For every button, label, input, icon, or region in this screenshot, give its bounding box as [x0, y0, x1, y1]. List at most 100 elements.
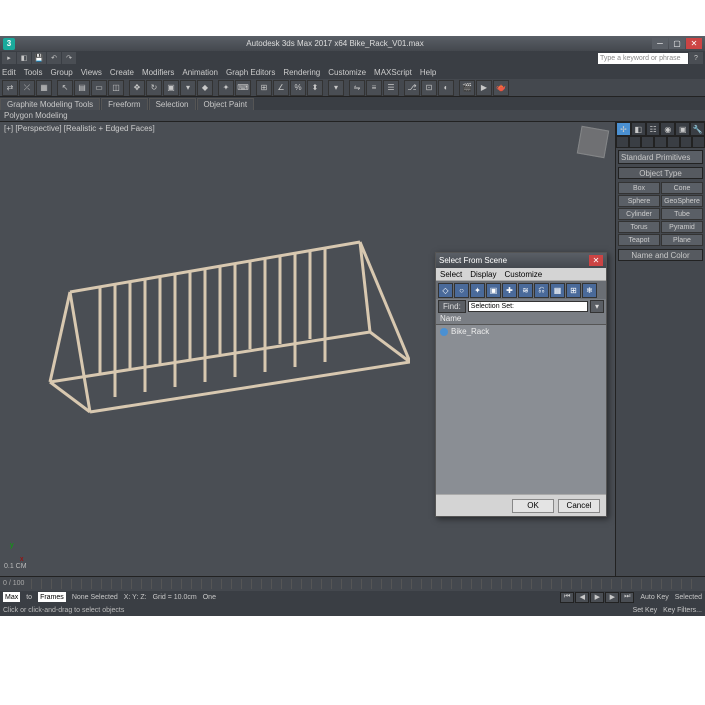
cat-geometry-icon[interactable] [616, 136, 629, 148]
render-icon[interactable]: 🫖 [493, 80, 509, 96]
window-crossing-icon[interactable]: ◫ [108, 80, 124, 96]
filter-expand-icon[interactable]: ▾ [590, 300, 604, 313]
btn-box[interactable]: Box [618, 182, 660, 194]
filter-cameras-icon[interactable]: ▣ [486, 283, 501, 298]
menu-grapheditors[interactable]: Graph Editors [226, 68, 275, 77]
selected-filter[interactable]: Selected [675, 594, 702, 601]
btn-plane[interactable]: Plane [661, 234, 703, 246]
next-frame-icon[interactable]: ▶ [605, 592, 619, 603]
rollout-name-color[interactable]: Name and Color [618, 249, 703, 261]
tab-objectpaint[interactable]: Object Paint [197, 98, 255, 110]
menu-views[interactable]: Views [81, 68, 102, 77]
minimize-button[interactable]: ─ [652, 38, 668, 49]
scale-icon[interactable]: ▣ [163, 80, 179, 96]
dialog-menu-display[interactable]: Display [470, 270, 496, 279]
cat-space-icon[interactable] [680, 136, 693, 148]
menu-modifiers[interactable]: Modifiers [142, 68, 174, 77]
btn-tube[interactable]: Tube [661, 208, 703, 220]
material-editor-icon[interactable]: ◐ [438, 80, 454, 96]
spinner-snap-icon[interactable]: ⬍ [307, 80, 323, 96]
snap-icon[interactable]: ⊞ [256, 80, 272, 96]
filter-geometry-icon[interactable]: ◇ [438, 283, 453, 298]
btn-pyramid[interactable]: Pyramid [661, 221, 703, 233]
refcoord-icon[interactable]: ▾ [180, 80, 196, 96]
filter-space-icon[interactable]: ≋ [518, 283, 533, 298]
menu-edit[interactable]: Edit [2, 68, 16, 77]
goto-end-icon[interactable]: ⏭ [620, 592, 634, 603]
menu-rendering[interactable]: Rendering [283, 68, 320, 77]
selection-set-dropdown[interactable]: Selection Set: [468, 301, 588, 312]
tab-hierarchy-icon[interactable]: ☷ [646, 122, 661, 136]
bind-icon[interactable]: ▦ [36, 80, 52, 96]
render-setup-icon[interactable]: 🎬 [459, 80, 475, 96]
qat-new-icon[interactable]: ▸ [2, 52, 16, 64]
scene-object-list[interactable]: Bike_Rack [436, 325, 606, 494]
viewcube[interactable] [577, 126, 609, 158]
btn-teapot[interactable]: Teapot [618, 234, 660, 246]
render-frame-icon[interactable]: ▶ [476, 80, 492, 96]
play-icon[interactable]: ▶ [590, 592, 604, 603]
named-sel-icon[interactable]: ▾ [328, 80, 344, 96]
manip-icon[interactable]: ✦ [218, 80, 234, 96]
cat-cameras-icon[interactable] [654, 136, 667, 148]
percent-snap-icon[interactable]: % [290, 80, 306, 96]
menu-maxscript[interactable]: MAXScript [374, 68, 412, 77]
menu-tools[interactable]: Tools [24, 68, 43, 77]
scene-object-bike-rack[interactable] [30, 222, 410, 422]
btn-cylinder[interactable]: Cylinder [618, 208, 660, 220]
schematic-icon[interactable]: ⊡ [421, 80, 437, 96]
filter-xref-icon[interactable]: ⊞ [566, 283, 581, 298]
filter-frozen-icon[interactable]: ❄ [582, 283, 597, 298]
filter-groups-icon[interactable]: ▦ [550, 283, 565, 298]
select-name-icon[interactable]: ▤ [74, 80, 90, 96]
rect-select-icon[interactable]: ▭ [91, 80, 107, 96]
angle-snap-icon[interactable]: ∠ [273, 80, 289, 96]
mirror-icon[interactable]: ⇋ [349, 80, 365, 96]
ok-button[interactable]: OK [512, 499, 554, 513]
rollout-object-type[interactable]: Object Type [618, 167, 703, 179]
close-button[interactable]: ✕ [686, 38, 702, 49]
cancel-button[interactable]: Cancel [558, 499, 600, 513]
cursor-icon[interactable]: ↖ [57, 80, 73, 96]
time-slider[interactable]: 0 / 100 [0, 577, 705, 591]
keymode-icon[interactable]: ⌨ [235, 80, 251, 96]
help-search-input[interactable]: Type a keyword or phrase [598, 53, 688, 64]
track-ruler[interactable] [31, 579, 701, 589]
cat-systems-icon[interactable] [692, 136, 705, 148]
list-header-name[interactable]: Name [436, 313, 606, 325]
menu-create[interactable]: Create [110, 68, 134, 77]
help-icon[interactable]: ? [689, 52, 703, 64]
prev-frame-icon[interactable]: ◀ [575, 592, 589, 603]
menu-animation[interactable]: Animation [182, 68, 218, 77]
btn-sphere[interactable]: Sphere [618, 195, 660, 207]
qat-undo-icon[interactable]: ↶ [47, 52, 61, 64]
dialog-menu-customize[interactable]: Customize [504, 270, 542, 279]
btn-torus[interactable]: Torus [618, 221, 660, 233]
tab-graphite[interactable]: Graphite Modeling Tools [0, 98, 100, 110]
keyfilters-button[interactable]: Key Filters... [663, 607, 702, 614]
filter-shapes-icon[interactable]: ○ [454, 283, 469, 298]
align-icon[interactable]: ≡ [366, 80, 382, 96]
maximize-button[interactable]: ▢ [669, 38, 685, 49]
btn-cone[interactable]: Cone [661, 182, 703, 194]
dialog-menu-select[interactable]: Select [440, 270, 462, 279]
tab-display-icon[interactable]: ▣ [675, 122, 690, 136]
dialog-titlebar[interactable]: Select From Scene ✕ [436, 253, 606, 268]
primitives-dropdown[interactable]: Standard Primitives [618, 150, 703, 164]
tab-freeform[interactable]: Freeform [101, 98, 147, 110]
tab-create-icon[interactable]: ✢ [616, 122, 631, 136]
rotate-icon[interactable]: ↻ [146, 80, 162, 96]
setkey-button[interactable]: Set Key [633, 607, 658, 614]
move-icon[interactable]: ✥ [129, 80, 145, 96]
filter-bone-icon[interactable]: ⎌ [534, 283, 549, 298]
tab-motion-icon[interactable]: ◉ [660, 122, 675, 136]
curve-editor-icon[interactable]: ⎇ [404, 80, 420, 96]
ribbon-mode-label[interactable]: Polygon Modeling [0, 110, 705, 122]
list-item[interactable]: Bike_Rack [436, 325, 606, 338]
cat-shapes-icon[interactable] [629, 136, 642, 148]
dialog-close-button[interactable]: ✕ [589, 255, 603, 266]
qat-redo-icon[interactable]: ↷ [62, 52, 76, 64]
menu-customize[interactable]: Customize [328, 68, 366, 77]
filter-lights-icon[interactable]: ✦ [470, 283, 485, 298]
filter-helpers-icon[interactable]: ✚ [502, 283, 517, 298]
